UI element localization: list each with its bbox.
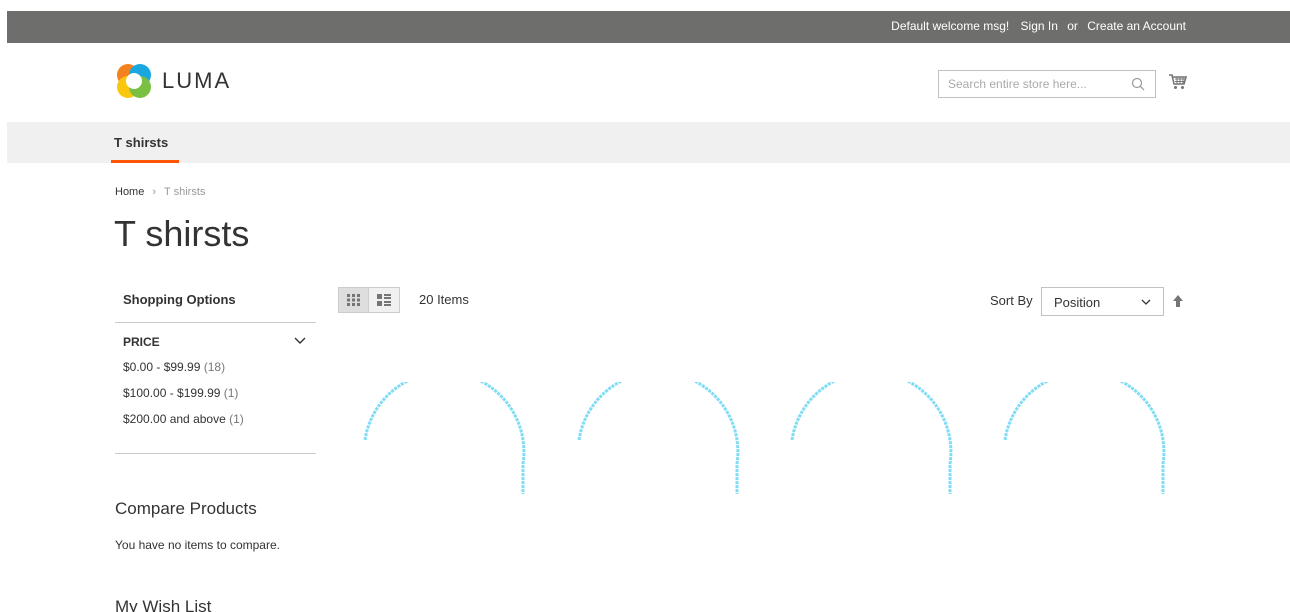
sign-in-link[interactable]: Sign In	[1021, 19, 1058, 33]
price-option-label: $0.00 - $99.99	[123, 360, 201, 374]
nav-item-t-shirts[interactable]: T shirsts	[114, 135, 168, 150]
sort-direction-arrow-icon[interactable]	[1172, 294, 1184, 308]
welcome-message: Default welcome msg!	[891, 19, 1010, 33]
price-option[interactable]: $100.00 - $199.99 (1)	[123, 387, 316, 413]
main-navigation: T shirsts	[7, 122, 1290, 163]
sort-by-value: Position	[1054, 295, 1101, 310]
shopping-options-title: Shopping Options	[115, 288, 316, 323]
breadcrumb-separator: ›	[152, 186, 157, 198]
toolbar-item-count: 20 Items	[419, 292, 469, 307]
luma-logo-icon	[117, 64, 151, 98]
price-filter-toggle[interactable]: PRICE	[115, 323, 316, 361]
wishlist-title: My Wish List	[115, 597, 212, 612]
breadcrumb: Home › T shirsts	[115, 186, 205, 198]
sidebar-filters: Shopping Options PRICE $0.00 - $99.99 (1…	[115, 288, 316, 454]
breadcrumb-home[interactable]: Home	[115, 186, 144, 198]
grid-view-button[interactable]	[338, 287, 369, 313]
price-option[interactable]: $200.00 and above (1)	[123, 413, 316, 439]
product-loading-spinner-icon	[577, 382, 740, 494]
product-loading-spinner-icon	[1003, 382, 1166, 494]
search-input[interactable]	[939, 71, 1119, 97]
price-option-count: (18)	[203, 360, 226, 374]
price-filter-title: PRICE	[123, 335, 160, 349]
sort-by-select[interactable]: Position	[1041, 287, 1164, 316]
chevron-down-icon	[1141, 299, 1151, 305]
or-text: or	[1067, 19, 1078, 33]
chevron-down-icon	[294, 337, 306, 344]
compare-products-title: Compare Products	[115, 499, 257, 518]
active-nav-indicator	[111, 160, 179, 163]
price-option-count: (1)	[223, 386, 239, 400]
price-option[interactable]: $0.00 - $99.99 (18)	[123, 361, 316, 387]
page-title: T shirsts	[114, 213, 250, 254]
price-option-label: $200.00 and above	[123, 412, 226, 426]
product-loading-spinner-icon	[790, 382, 953, 494]
list-icon	[377, 294, 391, 306]
cart-icon[interactable]	[1168, 72, 1188, 92]
luma-logo[interactable]: LUMA	[115, 62, 231, 100]
list-view-button[interactable]	[369, 287, 400, 313]
product-loading-spinner-icon	[363, 382, 526, 494]
grid-icon	[346, 294, 360, 306]
price-filter-options: $0.00 - $99.99 (18) $100.00 - $199.99 (1…	[115, 361, 316, 439]
price-option-count: (1)	[229, 412, 244, 426]
search-box	[938, 70, 1156, 98]
price-option-label: $100.00 - $199.99	[123, 386, 221, 400]
breadcrumb-current: T shirsts	[164, 186, 206, 198]
compare-empty-message: You have no items to compare.	[115, 538, 280, 552]
price-filter: PRICE $0.00 - $99.99 (18) $100.00 - $199…	[115, 323, 316, 454]
search-icon[interactable]	[1131, 77, 1145, 91]
logo-text: LUMA	[162, 68, 232, 93]
create-account-link[interactable]: Create an Account	[1087, 19, 1186, 33]
view-mode-switcher	[338, 287, 400, 313]
sort-by-label: Sort By	[990, 293, 1033, 308]
header-links: Default welcome msg! Sign In or Create a…	[891, 19, 1186, 33]
top-header-bar: Default welcome msg! Sign In or Create a…	[7, 11, 1290, 43]
